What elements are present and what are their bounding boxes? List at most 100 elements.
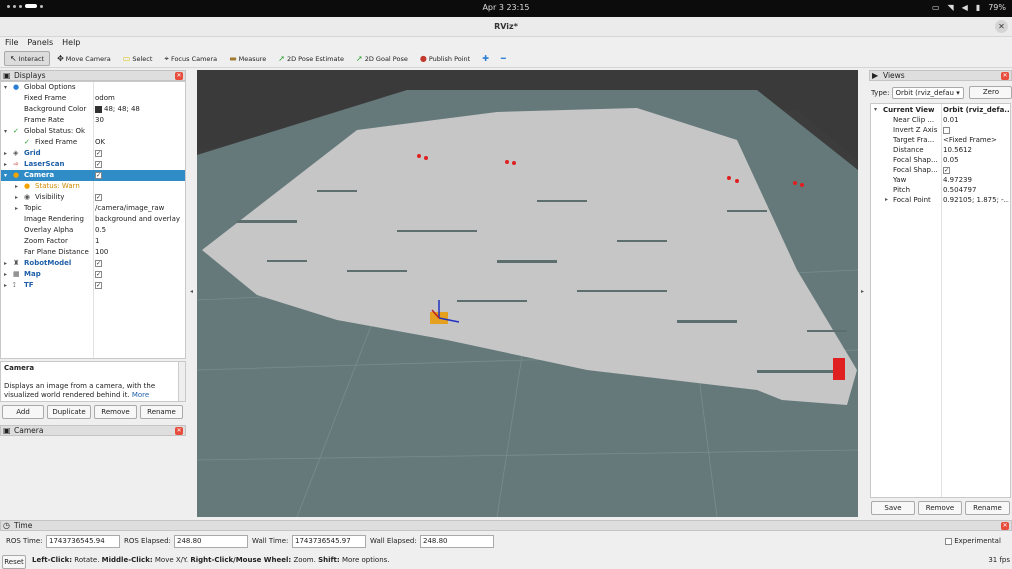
rename-display-button[interactable]: Rename bbox=[140, 405, 183, 419]
map-enabled-checkbox[interactable]: ✓ bbox=[95, 270, 102, 278]
views-panel-header: ▶ Views ✕ bbox=[869, 70, 1012, 81]
tool-2d-goal-pose[interactable]: ➚ 2D Goal Pose bbox=[351, 51, 413, 66]
expand-arrow-icon[interactable]: ▸ bbox=[4, 258, 7, 269]
wall-elapsed-field[interactable]: 248.80 bbox=[420, 535, 494, 548]
expand-arrow-icon[interactable]: ▸ bbox=[15, 181, 18, 192]
menu-panels[interactable]: Panels bbox=[27, 37, 53, 49]
tree-row-background-color[interactable]: Background Color 48; 48; 48 bbox=[1, 104, 185, 115]
expand-arrow-icon[interactable]: ▸ bbox=[15, 203, 18, 214]
collapse-arrow-icon[interactable]: ▾ bbox=[4, 170, 7, 181]
visibility-checkbox[interactable]: ✓ bbox=[95, 193, 102, 201]
expand-arrow-icon[interactable]: ▸ bbox=[4, 148, 7, 159]
color-swatch[interactable] bbox=[95, 105, 102, 113]
view-type-row: Type: Orbit (rviz_defau ▾ Zero bbox=[871, 86, 1012, 99]
distance-row[interactable]: Distance 10.5612 bbox=[871, 145, 1010, 155]
invert-z-row[interactable]: Invert Z Axis bbox=[871, 125, 1010, 135]
views-close-button[interactable]: ✕ bbox=[1001, 72, 1009, 80]
expand-arrow-icon[interactable]: ▸ bbox=[4, 269, 7, 280]
ros-elapsed-field[interactable]: 248.80 bbox=[174, 535, 248, 548]
battery-icon: ▮ bbox=[975, 3, 981, 12]
near-clip-row[interactable]: Near Clip ... 0.01 bbox=[871, 115, 1010, 125]
remove-display-button[interactable]: Remove bbox=[94, 405, 137, 419]
ros-time-field[interactable]: 1743736545.94 bbox=[46, 535, 120, 548]
collapse-left-icon[interactable]: ◂ bbox=[190, 288, 193, 295]
camera-panel-close-button[interactable]: ✕ bbox=[175, 427, 183, 435]
tool-move-camera[interactable]: ✥ Move Camera bbox=[52, 51, 116, 66]
view-type-select[interactable]: Orbit (rviz_defau ▾ bbox=[892, 86, 965, 99]
current-view-row[interactable]: ▾ Current View Orbit (rviz_defa... bbox=[871, 105, 1010, 115]
system-clock[interactable]: Apr 3 23:15 bbox=[0, 3, 1012, 12]
remove-view-button[interactable]: Remove bbox=[918, 501, 962, 515]
tree-row-grid[interactable]: ▸ ◈ Grid ✓ bbox=[1, 148, 185, 159]
menu-help[interactable]: Help bbox=[62, 37, 80, 49]
tool-select[interactable]: ▭ Select bbox=[118, 51, 158, 66]
tree-row-fixed-frame-status[interactable]: ✓ Fixed Frame OK bbox=[1, 137, 185, 148]
scene-3d[interactable] bbox=[197, 70, 858, 517]
left-splitter[interactable]: ◂ bbox=[188, 70, 196, 517]
remove-tool-button[interactable]: ━ bbox=[496, 51, 511, 66]
yaw-row[interactable]: Yaw 4.97239 bbox=[871, 175, 1010, 185]
expand-arrow-icon[interactable]: ▸ bbox=[15, 192, 18, 203]
robotmodel-enabled-checkbox[interactable]: ✓ bbox=[95, 259, 102, 267]
tool-2d-pose-estimate[interactable]: ➚ 2D Pose Estimate bbox=[273, 51, 349, 66]
tree-row-frame-rate[interactable]: Frame Rate 30 bbox=[1, 115, 185, 126]
window-close-button[interactable]: ✕ bbox=[995, 20, 1008, 33]
add-display-button[interactable]: Add bbox=[2, 405, 44, 419]
focal-shape-fixed-row[interactable]: Focal Shap... ✓ bbox=[871, 165, 1010, 175]
focal-shape-size-row[interactable]: Focal Shap... 0.05 bbox=[871, 155, 1010, 165]
system-tray[interactable]: ▭ ◥ ◀ ▮ 79% bbox=[932, 3, 1006, 12]
tree-row-robotmodel[interactable]: ▸ ♜ RobotModel ✓ bbox=[1, 258, 185, 269]
wall-time-field[interactable]: 1743736545.97 bbox=[292, 535, 366, 548]
tree-row-tf[interactable]: ▸ ⟟ TF ✓ bbox=[1, 280, 185, 291]
rename-view-button[interactable]: Rename bbox=[965, 501, 1010, 515]
menu-file[interactable]: File bbox=[5, 37, 18, 49]
tree-row-far-plane-distance[interactable]: Far Plane Distance 100 bbox=[1, 247, 185, 258]
displays-close-button[interactable]: ✕ bbox=[175, 72, 183, 80]
collapse-right-icon[interactable]: ▸ bbox=[861, 288, 864, 295]
tree-row-topic[interactable]: ▸ Topic /camera/image_raw bbox=[1, 203, 185, 214]
wifi-icon: ◥ bbox=[947, 3, 954, 12]
collapse-arrow-icon[interactable]: ▾ bbox=[4, 126, 7, 137]
tf-enabled-checkbox[interactable]: ✓ bbox=[95, 281, 102, 289]
focal-shape-fixed-checkbox[interactable]: ✓ bbox=[943, 166, 950, 174]
camera-enabled-checkbox[interactable]: ✓ bbox=[95, 171, 102, 179]
laserscan-enabled-checkbox[interactable]: ✓ bbox=[95, 160, 102, 168]
description-more-link[interactable]: More bbox=[132, 391, 149, 399]
expand-arrow-icon[interactable]: ▸ bbox=[4, 159, 7, 170]
description-scrollbar[interactable] bbox=[178, 362, 185, 401]
tool-measure[interactable]: ▬ Measure bbox=[224, 51, 271, 66]
tree-row-global-options[interactable]: ▾ ● Global Options bbox=[1, 82, 185, 93]
collapse-arrow-icon[interactable]: ▾ bbox=[874, 105, 877, 115]
expand-arrow-icon[interactable]: ▸ bbox=[885, 195, 888, 205]
tree-row-fixed-frame[interactable]: Fixed Frame odom bbox=[1, 93, 185, 104]
expand-arrow-icon[interactable]: ▸ bbox=[4, 280, 7, 291]
focal-point-row[interactable]: ▸ Focal Point 0.92105; 1.875; -... bbox=[871, 195, 1010, 205]
tree-row-map[interactable]: ▸ ▦ Map ✓ bbox=[1, 269, 185, 280]
add-tool-button[interactable]: ✚ bbox=[477, 51, 494, 66]
time-close-button[interactable]: ✕ bbox=[1001, 522, 1009, 530]
tree-row-visibility[interactable]: ▸ ◉ Visibility ✓ bbox=[1, 192, 185, 203]
duplicate-display-button[interactable]: Duplicate bbox=[47, 405, 91, 419]
pitch-row[interactable]: Pitch 0.504797 bbox=[871, 185, 1010, 195]
tree-row-laserscan[interactable]: ▸ ➾ LaserScan ✓ bbox=[1, 159, 185, 170]
invert-z-checkbox[interactable] bbox=[943, 126, 950, 134]
tree-row-camera-status[interactable]: ▸ ● Status: Warn bbox=[1, 181, 185, 192]
target-frame-row[interactable]: Target Fra... <Fixed Frame> bbox=[871, 135, 1010, 145]
tool-focus-camera[interactable]: ⌖ Focus Camera bbox=[159, 51, 222, 66]
tree-row-image-rendering[interactable]: Image Rendering background and overlay bbox=[1, 214, 185, 225]
tool-publish-point[interactable]: ● Publish Point bbox=[415, 51, 475, 66]
render-viewport[interactable] bbox=[197, 70, 858, 517]
tree-row-camera[interactable]: ▾ ● Camera ✓ bbox=[1, 170, 185, 181]
tree-row-overlay-alpha[interactable]: Overlay Alpha 0.5 bbox=[1, 225, 185, 236]
tool-interact[interactable]: ↖ Interact bbox=[4, 51, 51, 66]
experimental-checkbox[interactable] bbox=[945, 537, 952, 545]
zero-button[interactable]: Zero bbox=[969, 86, 1012, 99]
reset-button[interactable]: Reset bbox=[2, 555, 26, 569]
collapse-arrow-icon[interactable]: ▾ bbox=[4, 82, 7, 93]
tree-row-zoom-factor[interactable]: Zoom Factor 1 bbox=[1, 236, 185, 247]
save-view-button[interactable]: Save bbox=[871, 501, 915, 515]
camera-view-icon: ▶ bbox=[872, 71, 879, 80]
right-splitter[interactable]: ▸ bbox=[859, 70, 868, 517]
grid-enabled-checkbox[interactable]: ✓ bbox=[95, 149, 102, 157]
tree-row-global-status[interactable]: ▾ ✓ Global Status: Ok bbox=[1, 126, 185, 137]
